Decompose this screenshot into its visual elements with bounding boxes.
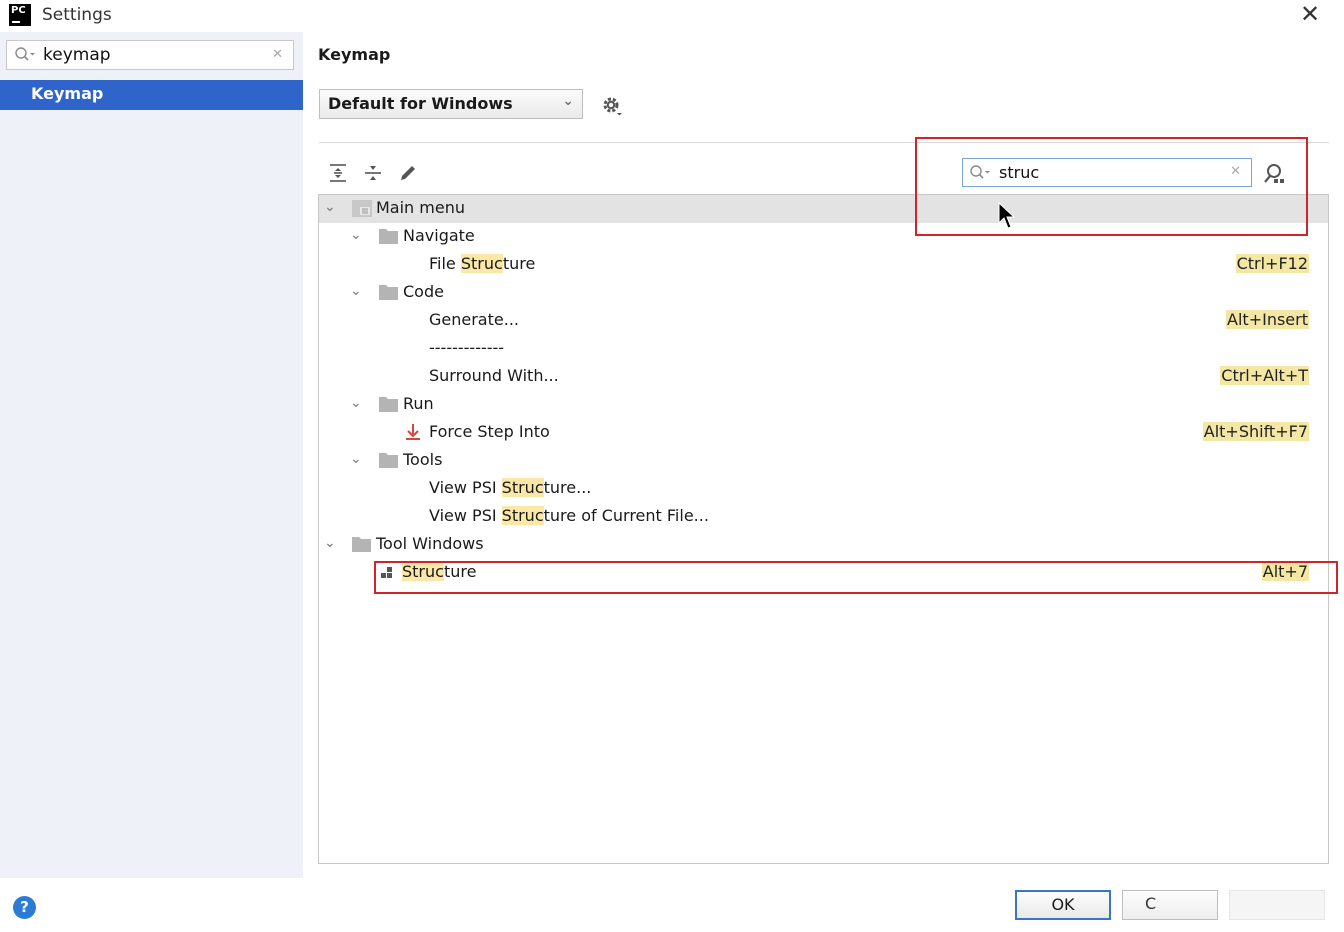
pycharm-logo-icon: PC (9, 4, 31, 26)
tree-row-separator: ------------- (319, 335, 1328, 363)
shortcut-badge: Ctrl+Alt+T (1220, 366, 1309, 385)
tree-row-label: File Structure (429, 254, 536, 273)
keymap-scheme-select[interactable]: Default for Windows ⌄ (319, 89, 583, 119)
tree-row-label: View PSI Structure... (429, 478, 592, 497)
tree-row-label: Tools (403, 450, 443, 469)
ok-button[interactable]: OK (1015, 890, 1111, 920)
settings-search-input[interactable]: keymap ✕ (6, 40, 294, 70)
title-bar: PC Settings ✕ (0, 0, 1344, 32)
search-icon (15, 47, 35, 61)
cancel-button[interactable]: C (1122, 890, 1218, 920)
tree-row-generate[interactable]: Generate... Alt+Insert (319, 307, 1328, 335)
tree-row-label: View PSI Structure of Current File... (429, 506, 709, 525)
chevron-down-icon[interactable]: ⌄ (350, 227, 362, 243)
tree-row-view-psi-structure[interactable]: View PSI Structure... (319, 475, 1328, 503)
logo-text: PC (11, 5, 26, 16)
tree-row-tool-windows[interactable]: ⌄ Tool Windows (319, 531, 1328, 559)
folder-icon (379, 285, 398, 300)
settings-sidebar: keymap ✕ Keymap (0, 32, 303, 878)
tree-row-run[interactable]: ⌄ Run (319, 391, 1328, 419)
page-title: Keymap (318, 45, 391, 64)
tree-row-label: Navigate (403, 226, 475, 245)
sidebar-item-label: Keymap (31, 84, 104, 103)
tree-row-label: Tool Windows (376, 534, 484, 553)
tree-row-label: Run (403, 394, 434, 413)
tree-row-file-structure[interactable]: File Structure Ctrl+F12 (319, 251, 1328, 279)
window-title: Settings (42, 5, 112, 25)
tree-row-force-step-into[interactable]: Force Step Into Alt+Shift+F7 (319, 419, 1328, 447)
chevron-down-icon[interactable]: ⌄ (324, 199, 336, 215)
folder-icon (379, 397, 398, 412)
tree-row-code[interactable]: ⌄ Code (319, 279, 1328, 307)
collapse-all-icon[interactable] (362, 162, 384, 184)
folder-icon (352, 537, 371, 552)
tree-row-tools[interactable]: ⌄ Tools (319, 447, 1328, 475)
gear-icon[interactable] (600, 94, 624, 118)
keymap-scheme-value: Default for Windows (328, 94, 513, 113)
tree-row-label: Main menu (376, 198, 465, 217)
shortcut-badge: Alt+Insert (1226, 310, 1309, 329)
tree-row-label: Force Step Into (429, 422, 550, 441)
step-into-icon (406, 424, 420, 440)
tree-row-surround-with[interactable]: Surround With... Ctrl+Alt+T (319, 363, 1328, 391)
help-icon[interactable]: ? (13, 896, 36, 919)
apply-button[interactable] (1229, 890, 1325, 920)
shortcut-badge: Ctrl+F12 (1235, 254, 1309, 273)
sidebar-item-keymap[interactable]: Keymap (0, 80, 303, 110)
keymap-tree: ⌄ Main menu ⌄ Navigate File Structure Ct… (318, 194, 1329, 864)
close-icon[interactable]: ✕ (1298, 2, 1322, 26)
mouse-cursor-icon (998, 202, 1016, 229)
folder-icon (379, 453, 398, 468)
annotation-box-search (915, 137, 1308, 236)
settings-search-value: keymap (43, 45, 111, 65)
chevron-down-icon: ⌄ (562, 93, 574, 109)
tree-row-label: Code (403, 282, 444, 301)
chevron-down-icon[interactable]: ⌄ (350, 451, 362, 467)
chevron-down-icon[interactable]: ⌄ (350, 283, 362, 299)
tree-row-label: Surround With... (429, 366, 559, 385)
clear-icon[interactable]: ✕ (272, 47, 283, 62)
folder-icon (379, 229, 398, 244)
tree-row-label: Generate... (429, 310, 519, 329)
shortcut-badge: Alt+Shift+F7 (1202, 422, 1309, 441)
expand-all-icon[interactable] (327, 162, 349, 184)
edit-icon[interactable] (397, 162, 419, 184)
chevron-down-icon[interactable]: ⌄ (350, 395, 362, 411)
chevron-down-icon[interactable]: ⌄ (324, 535, 336, 551)
tree-row-view-psi-structure-current-file[interactable]: View PSI Structure of Current File... (319, 503, 1328, 531)
tree-row-label: ------------- (429, 338, 505, 357)
annotation-box-structure-row (374, 561, 1338, 594)
menu-icon (352, 200, 372, 217)
